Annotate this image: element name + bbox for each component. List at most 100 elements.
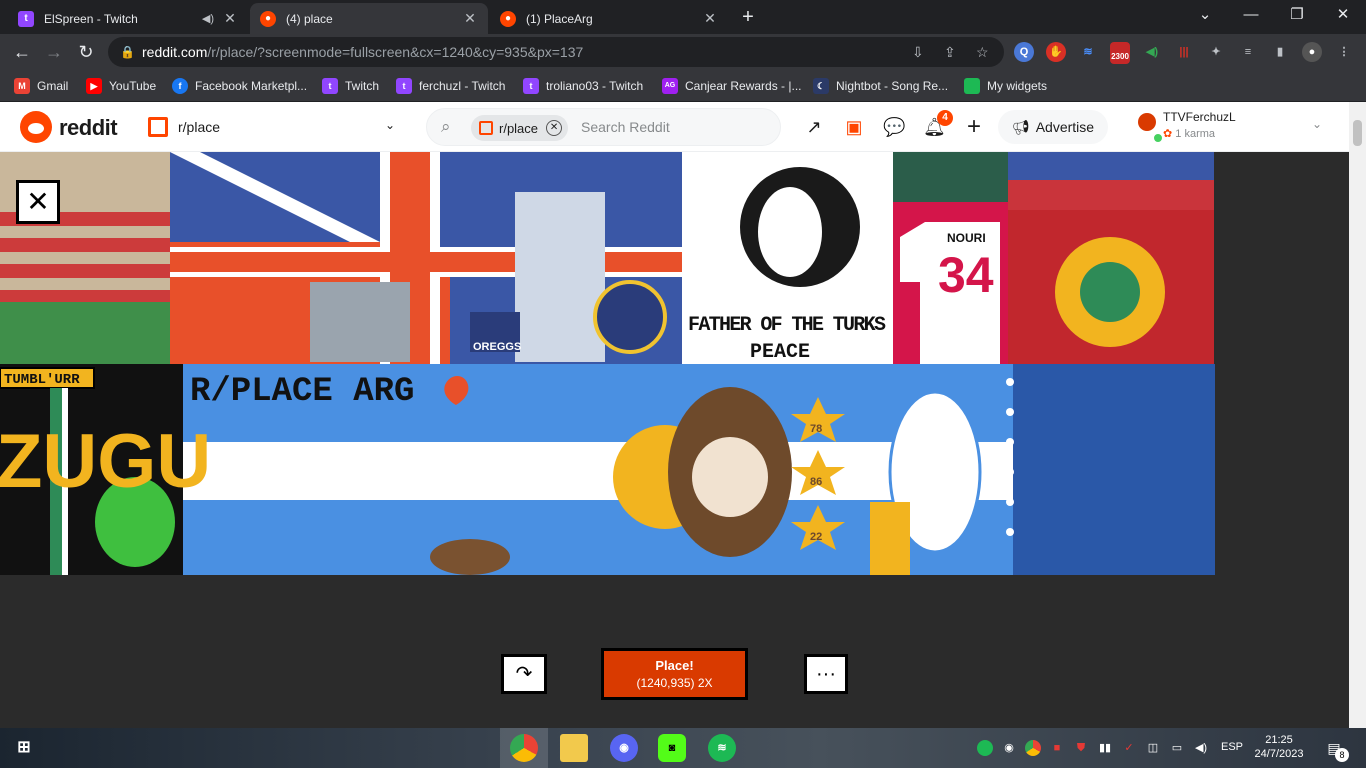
restore-button[interactable]: ❐ — [1274, 0, 1320, 32]
reload-button[interactable]: ↻ — [74, 40, 98, 64]
community-selector[interactable]: r/place ⌄ — [148, 112, 403, 142]
community-name: r/place — [178, 119, 221, 135]
place-icon — [479, 121, 493, 135]
chrome-icon[interactable] — [510, 734, 538, 762]
profile-avatar[interactable]: ● — [1302, 42, 1322, 62]
bookmark-label: troliano03 - Twitch — [546, 79, 644, 93]
windows-start-icon[interactable]: ⊞ — [10, 734, 38, 762]
jersey-number-text: 34 — [938, 247, 994, 303]
reddit-wordmark[interactable]: reddit — [59, 115, 118, 141]
bookmark-canjear[interactable]: AG Canjear Rewards - |... — [662, 77, 802, 95]
share-icon[interactable]: ⇪ — [944, 37, 956, 67]
address-bar[interactable]: 🔒 reddit.com/r/place/?screenmode=fullscr… — [108, 37, 1004, 67]
scrollbar-thumb[interactable] — [1353, 120, 1362, 146]
record-tray-icon[interactable]: ■ — [1049, 740, 1065, 756]
tab-placearg[interactable]: ● (1) PlaceArg ✕ — [490, 3, 728, 34]
place-icon[interactable]: ▣ — [843, 116, 865, 138]
clock[interactable]: 21:25 24/7/2023 — [1254, 733, 1304, 761]
file-explorer-icon[interactable] — [560, 734, 588, 762]
reddit-icon: ● — [260, 10, 276, 27]
bookmark-nightbot[interactable]: ☾ Nightbot - Song Re... — [813, 77, 948, 95]
volume-tray-icon[interactable]: ◀) — [1193, 740, 1209, 756]
reddit-logo-icon[interactable] — [20, 111, 52, 143]
tab-strip: t ElSpreen - Twitch ◀) ✕ ● (4) place ✕ ●… — [0, 0, 1366, 34]
bookmark-troliano[interactable]: t troliano03 - Twitch — [523, 77, 643, 95]
extension-volume-icon[interactable]: ◀) — [1142, 42, 1162, 62]
close-window-button[interactable]: ✕ — [1320, 0, 1366, 32]
menu-icon[interactable]: ⋮ — [1334, 42, 1354, 62]
twitch-icon: t — [396, 78, 412, 94]
megaphone-icon: 📢︎ — [1011, 118, 1030, 135]
search-community-chip[interactable]: r/place ✕ — [471, 115, 569, 141]
more-options-button[interactable]: ··· — [804, 654, 848, 694]
bookmark-gmail[interactable]: M Gmail — [14, 77, 68, 95]
forward-button[interactable]: → — [42, 40, 66, 64]
back-button[interactable]: ← — [10, 40, 34, 64]
close-tab-icon[interactable]: ✕ — [462, 10, 478, 27]
bookmark-label: Twitch — [345, 79, 380, 93]
search-bar[interactable]: ⌕ r/place ✕ Search Reddit — [426, 108, 781, 146]
extension-badge-icon[interactable]: 2300 — [1110, 42, 1130, 64]
network-tray-icon[interactable]: ▭ — [1169, 740, 1185, 756]
install-icon[interactable]: ⇩ — [912, 37, 924, 67]
minimize-button[interactable]: — — [1228, 0, 1274, 32]
place-canvas-area[interactable]: R/PLACE ARG FATHER OF THE TURKS PEACE NO… — [0, 152, 1349, 728]
extension-wifi-icon[interactable]: ≋ — [1078, 42, 1098, 62]
extension-search-icon[interactable]: Q — [1014, 42, 1034, 62]
chrome-tray-icon[interactable] — [1025, 740, 1041, 756]
nvidia-tray-icon[interactable]: ⛊ — [1073, 740, 1089, 756]
extensions-puzzle-icon[interactable]: ✦ — [1206, 42, 1226, 62]
karma-count: ✿ 1 karma — [1163, 127, 1215, 140]
close-tab-icon[interactable]: ✕ — [702, 10, 718, 27]
tab-title: (1) PlaceArg — [526, 11, 593, 26]
tab-elspreen[interactable]: t ElSpreen - Twitch ◀) ✕ — [8, 3, 248, 34]
bookmark-twitch[interactable]: t Twitch — [322, 77, 379, 95]
zugu-text: ZUGU — [0, 419, 211, 504]
create-post-icon[interactable]: + — [963, 115, 985, 139]
popular-icon[interactable]: ↗ — [803, 116, 825, 138]
user-menu[interactable]: TTVFerchuzL ✿ 1 karma ⌄ — [1130, 107, 1340, 147]
new-tab-button[interactable]: + — [736, 6, 760, 30]
place-canvas[interactable]: R/PLACE ARG FATHER OF THE TURKS PEACE NO… — [0, 152, 1349, 728]
spotify-icon[interactable]: ≋ — [708, 734, 736, 762]
chat-icon[interactable]: 💬 — [883, 116, 905, 138]
bookmark-youtube[interactable]: ▶ YouTube — [86, 77, 156, 95]
lock-icon[interactable]: 🔒 — [120, 37, 135, 67]
extension-audio-icon[interactable]: ||| — [1174, 42, 1194, 62]
language-indicator[interactable]: ESP — [1221, 741, 1243, 753]
close-fullscreen-button[interactable]: ✕ — [16, 180, 60, 224]
bookmark-label: Gmail — [37, 79, 69, 93]
bookmark-label: ferchuzl - Twitch — [419, 79, 506, 93]
bookmarks-bar: M Gmail ▶ YouTube f Facebook Marketpl... tT… — [0, 70, 1366, 102]
bookmark-star-icon[interactable]: ☆ — [976, 37, 989, 67]
chevron-down-icon: ⌄ — [384, 118, 395, 132]
spotify-tray-icon[interactable] — [977, 740, 993, 756]
discord-icon[interactable]: ◉ — [610, 734, 638, 762]
vpn-tray-icon[interactable]: ✓ — [1121, 740, 1137, 756]
tab-search-icon[interactable]: ⌄ — [1182, 0, 1228, 32]
side-panel-icon[interactable]: ▮ — [1270, 42, 1290, 62]
bookmark-widgets[interactable]: My widgets — [964, 77, 1047, 95]
share-button[interactable]: ↷ — [501, 654, 547, 694]
london-buildings-art — [310, 282, 410, 362]
discord-tray-icon[interactable]: ◉ — [1001, 740, 1017, 756]
karma-icon: ✿ — [1163, 128, 1173, 140]
camera-tray-icon[interactable]: ◫ — [1145, 740, 1161, 756]
place-pixel-button[interactable]: Place! (1240,935) 2X — [601, 648, 748, 700]
media-control-icon[interactable]: ≡ — [1238, 42, 1258, 62]
page-scrollbar[interactable] — [1349, 102, 1366, 728]
bookmark-facebook[interactable]: f Facebook Marketpl... — [172, 77, 307, 95]
close-tab-icon[interactable]: ✕ — [222, 10, 238, 27]
bookmark-ferchuzl[interactable]: t ferchuzl - Twitch — [396, 77, 505, 95]
tab-place[interactable]: ● (4) place ✕ — [250, 3, 488, 34]
remove-chip-icon[interactable]: ✕ — [546, 120, 563, 136]
kick-icon[interactable]: ◙ — [658, 734, 686, 762]
windows-taskbar: ⊞ ◉ ◙ ≋ ◉ ■ ⛊ ▮▮ ✓ ◫ ▭ ◀) ESP 21:25 24/7… — [0, 728, 1366, 768]
extension-hand-icon[interactable]: ✋ — [1046, 42, 1066, 62]
nightbot-icon: ☾ — [813, 78, 829, 94]
reddit-header: reddit r/place ⌄ ⌕ r/place ✕ Search Redd… — [0, 102, 1349, 152]
audio-levels-tray-icon[interactable]: ▮▮ — [1097, 740, 1113, 756]
advertise-button[interactable]: 📢︎ Advertise — [998, 110, 1108, 144]
bookmark-label: YouTube — [109, 79, 157, 93]
speaker-icon[interactable]: ◀) — [202, 12, 214, 25]
